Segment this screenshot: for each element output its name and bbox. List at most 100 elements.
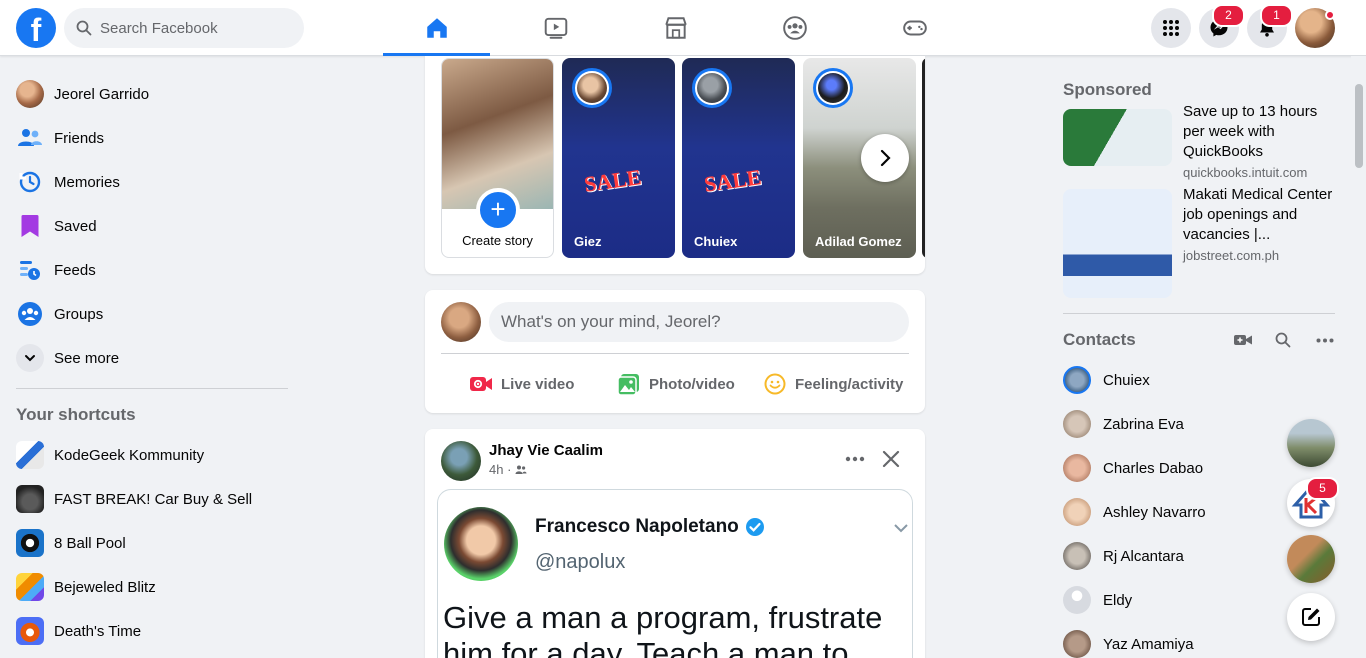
- notification-dot: [1325, 10, 1335, 20]
- tab-groups[interactable]: [741, 0, 848, 56]
- sidebar-item-friends[interactable]: Friends: [8, 116, 298, 160]
- divider: [1063, 313, 1335, 314]
- account-avatar[interactable]: [1295, 8, 1335, 48]
- feeling-activity-button[interactable]: Feeling/activity: [763, 364, 903, 404]
- contact-avatar: [1063, 498, 1091, 526]
- action-label: Live video: [501, 375, 575, 393]
- contact-name: Yaz Amamiya: [1103, 635, 1194, 653]
- sidebar-item-profile[interactable]: Jeorel Garrido: [8, 72, 298, 116]
- contact-item[interactable]: Chuiex: [1055, 358, 1345, 402]
- deaths-time-icon: [16, 617, 44, 645]
- grid-menu-icon: [1163, 20, 1179, 36]
- feeds-icon: [16, 256, 44, 284]
- chevron-down-icon: [893, 520, 909, 541]
- divider: [16, 388, 288, 389]
- contact-avatar: [1063, 542, 1091, 570]
- sponsored-ad[interactable]: Makati Medical Center job openings and v…: [1055, 186, 1345, 309]
- sidebar-item-label: Memories: [54, 173, 120, 191]
- sidebar-item-memories[interactable]: Memories: [8, 160, 298, 204]
- avatar[interactable]: [441, 302, 481, 342]
- author-avatar[interactable]: [441, 441, 481, 481]
- new-message-button[interactable]: [1287, 593, 1335, 641]
- post-composer: What's on your mind, Jeorel? Live video …: [425, 290, 925, 413]
- ad-domain: quickbooks.intuit.com: [1183, 165, 1308, 180]
- shortcut-item[interactable]: 8 Ball Pool: [8, 521, 298, 565]
- see-more-button[interactable]: See more: [8, 336, 298, 380]
- new-room-button[interactable]: [1233, 330, 1253, 350]
- embedded-tweet[interactable]: Francesco Napoletano @napolux Give a man…: [437, 489, 913, 658]
- tab-home[interactable]: [383, 0, 490, 56]
- messenger-button[interactable]: 2: [1199, 4, 1245, 48]
- search-icon: [1275, 332, 1291, 348]
- story-card[interactable]: SALE Giez: [562, 58, 675, 258]
- post-meta: 4h ·: [489, 462, 527, 477]
- story-author: Giez: [574, 234, 602, 249]
- fastbreak-thumbnail: [16, 485, 44, 513]
- post-author[interactable]: Jhay Vie Caalim: [489, 442, 603, 459]
- contacts-search-button[interactable]: [1273, 330, 1293, 350]
- shortcut-item[interactable]: KodeGeek Kommunity: [8, 433, 298, 477]
- sidebar-item-label: See more: [54, 349, 120, 367]
- shortcut-item[interactable]: Bejeweled Blitz: [8, 565, 298, 609]
- live-video-button[interactable]: Live video: [469, 364, 574, 404]
- search-input[interactable]: [100, 19, 290, 37]
- chat-head-group[interactable]: [1287, 535, 1335, 583]
- search-box[interactable]: [64, 8, 304, 48]
- story-avatar: [572, 68, 612, 108]
- photo-video-button[interactable]: Photo/video: [617, 364, 735, 404]
- plus-icon[interactable]: +: [476, 188, 520, 232]
- hide-post-button[interactable]: [875, 443, 907, 475]
- contact-avatar: [1063, 410, 1091, 438]
- contact-avatar: [1063, 366, 1091, 394]
- separator: ·: [503, 462, 512, 477]
- quickbooks-ad-image: [1063, 109, 1172, 166]
- shortcut-label: FAST BREAK! Car Buy & Sell: [54, 490, 253, 508]
- live-video-icon: [470, 377, 492, 391]
- notifications-badge: 1: [1260, 4, 1293, 27]
- ad-title: Save up to 13 hours per week with QuickB…: [1183, 103, 1318, 160]
- makati-medical-ad-image: [1063, 189, 1172, 298]
- eight-ball-icon: [16, 529, 44, 557]
- create-story-photo: [442, 59, 553, 209]
- notifications-button[interactable]: 1: [1247, 4, 1293, 48]
- tweet-handle: @napolux: [535, 551, 626, 573]
- sidebar-item-saved[interactable]: Saved: [8, 204, 298, 248]
- shortcut-label: 8 Ball Pool: [54, 534, 126, 552]
- left-sidebar: Jeorel Garrido Friends Memories Saved Fe…: [8, 72, 298, 653]
- story-card-partial: [922, 58, 925, 258]
- page-scrollbar[interactable]: [1351, 56, 1366, 658]
- chat-head-k[interactable]: 5: [1287, 477, 1339, 527]
- tab-watch[interactable]: [502, 0, 609, 56]
- sidebar-item-feeds[interactable]: Feeds: [8, 248, 298, 292]
- more-horizontal-icon: [845, 456, 865, 462]
- shortcut-item[interactable]: Death's Time: [8, 609, 298, 653]
- menu-button[interactable]: [1151, 8, 1191, 48]
- post-options-button[interactable]: [839, 443, 871, 475]
- sidebar-item-groups[interactable]: Groups: [8, 292, 298, 336]
- smiley-icon: [764, 373, 786, 395]
- story-avatar: [692, 68, 732, 108]
- friends-audience-icon: [515, 465, 527, 474]
- ad-domain: jobstreet.com.ph: [1183, 248, 1280, 263]
- contacts-options-button[interactable]: [1315, 330, 1335, 350]
- chat-head[interactable]: [1287, 419, 1335, 467]
- messenger-badge: 2: [1212, 4, 1245, 27]
- facebook-logo[interactable]: f: [16, 8, 56, 48]
- scrollbar-thumb[interactable]: [1355, 84, 1363, 168]
- create-story-card[interactable]: + Create story: [441, 58, 554, 258]
- tab-gaming[interactable]: [861, 0, 968, 56]
- composer-input[interactable]: What's on your mind, Jeorel?: [489, 302, 909, 342]
- close-icon: [882, 450, 900, 468]
- tab-marketplace[interactable]: [622, 0, 729, 56]
- gamepad-icon: [902, 20, 927, 36]
- video-play-icon: [544, 17, 567, 39]
- contact-avatar: [1063, 630, 1091, 658]
- sponsored-ad[interactable]: Save up to 13 hours per week with QuickB…: [1055, 103, 1345, 195]
- sidebar-item-label: Saved: [54, 217, 97, 235]
- shortcut-item[interactable]: FAST BREAK! Car Buy & Sell: [8, 477, 298, 521]
- photo-icon: [617, 374, 639, 396]
- stories-next-button[interactable]: [861, 134, 909, 182]
- story-card[interactable]: SALE Chuiex: [682, 58, 795, 258]
- compose-icon: [1302, 608, 1320, 626]
- post-time[interactable]: 4h: [489, 462, 503, 477]
